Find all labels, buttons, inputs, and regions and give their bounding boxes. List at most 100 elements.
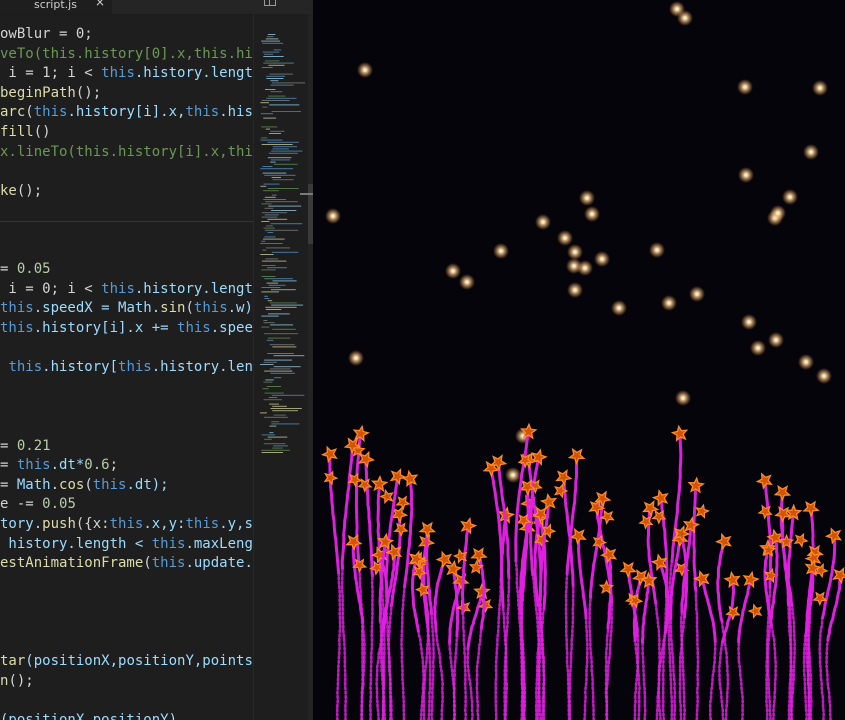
minimap-line <box>260 113 274 115</box>
code-token: (); <box>8 672 34 689</box>
code-token: this <box>0 320 34 336</box>
code-token: ({x: <box>75 516 110 532</box>
code-line: ke(); <box>0 182 42 202</box>
sparkle <box>788 195 792 199</box>
minimap-line <box>263 295 268 297</box>
minimap-line <box>263 361 277 363</box>
star-flower <box>393 522 409 538</box>
code-token: .history[i].x, <box>67 104 186 121</box>
minimap-line <box>269 104 300 106</box>
code-token: 0.05 <box>42 496 76 513</box>
minimap-line <box>273 445 288 447</box>
minimap-line <box>273 49 282 51</box>
minimap-line <box>272 405 287 407</box>
minimap-line <box>261 40 281 42</box>
sparkle <box>776 211 780 215</box>
star-flower <box>370 474 389 493</box>
code-token: sin <box>160 300 186 317</box>
code-line: tar(positionX,positionY,points <box>0 652 253 672</box>
minimap-line <box>261 434 275 436</box>
close-icon[interactable]: × <box>95 0 105 8</box>
code-token: ( <box>185 300 194 317</box>
code-token: 0.21 <box>16 437 51 454</box>
code-token: (); <box>16 182 43 199</box>
minimap-line <box>265 309 282 310</box>
code-line: i = 0; i < this.history.lengt <box>0 280 252 300</box>
star-flower <box>723 570 741 589</box>
sparkle <box>756 346 760 350</box>
star-flower <box>320 445 338 464</box>
minimap-line <box>269 425 277 427</box>
code-token: .update. <box>185 555 253 572</box>
minimap-line <box>261 221 270 222</box>
minimap[interactable] <box>253 14 309 720</box>
sparkle <box>695 292 699 296</box>
star-flower <box>638 514 654 530</box>
star-flower <box>400 469 419 488</box>
code-token: this <box>151 555 186 572</box>
minimap-line <box>265 89 276 90</box>
code-token: this <box>8 359 43 376</box>
code-token: .x,y: <box>143 516 186 532</box>
code-token: (positionX,positionY) <box>0 712 178 720</box>
star-flower <box>323 470 339 486</box>
minimap-line <box>263 183 280 185</box>
minimap-line <box>264 196 276 198</box>
minimap-line <box>264 333 299 335</box>
sparkle <box>655 248 659 252</box>
sparkle <box>511 473 515 477</box>
star-flower <box>418 521 437 539</box>
sparkle-layer <box>325 1 832 483</box>
code-token: .dt); <box>126 476 169 493</box>
minimap-line <box>266 97 297 99</box>
sparkle <box>363 68 367 72</box>
code-token: i = 1; i < <box>0 65 102 82</box>
tab-script[interactable]: script.js × <box>0 0 112 14</box>
sparkle <box>572 264 576 268</box>
minimap-line <box>260 254 274 255</box>
minimap-line <box>261 287 281 288</box>
code-area[interactable]: owBlur = 0; veTo(this.history[0].x,this.h… <box>0 22 253 720</box>
minimap-line <box>261 265 276 266</box>
split-editor-icon[interactable] <box>264 0 276 6</box>
minimap-line <box>272 447 283 449</box>
code-token: .speedX = <box>33 300 119 317</box>
sparkle <box>590 212 594 216</box>
minimap-line <box>271 394 305 396</box>
animation-canvas[interactable] <box>313 0 845 720</box>
minimap-line <box>264 214 279 216</box>
star-flower <box>347 472 363 488</box>
minimap-line <box>260 102 269 104</box>
code-token: .w) <box>227 300 253 317</box>
plant-stem-base <box>340 444 355 720</box>
code-line: history.length < this.maxLeng <box>0 535 253 555</box>
minimap-line <box>265 38 279 40</box>
code-token: .maxLeng <box>185 535 253 552</box>
minimap-line <box>267 36 274 38</box>
minimap-line <box>270 130 285 132</box>
star-flower <box>569 527 587 546</box>
minimap-line <box>270 80 279 82</box>
minimap-line <box>262 388 269 390</box>
minimap-line <box>262 51 280 53</box>
minimap-line <box>263 320 268 321</box>
sparkle <box>809 150 813 154</box>
sparkle <box>804 360 808 364</box>
sparkle <box>683 16 687 20</box>
code-token: .spee <box>210 320 253 336</box>
minimap-line <box>261 449 290 451</box>
star-flower <box>692 569 710 588</box>
minimap-line <box>268 152 298 154</box>
code-token: (); <box>75 84 102 101</box>
code-token: ke <box>0 182 17 199</box>
code-line: = 0.21 <box>0 437 51 457</box>
minimap-line <box>271 111 301 112</box>
sparkle <box>681 396 685 400</box>
minimap-line <box>267 141 299 143</box>
sparkle <box>465 280 469 284</box>
minimap-line <box>262 172 287 174</box>
sparkle <box>747 320 751 324</box>
minimap-line <box>270 289 296 291</box>
code-token: .history[i].x += <box>33 320 178 336</box>
star-flower <box>747 603 763 619</box>
